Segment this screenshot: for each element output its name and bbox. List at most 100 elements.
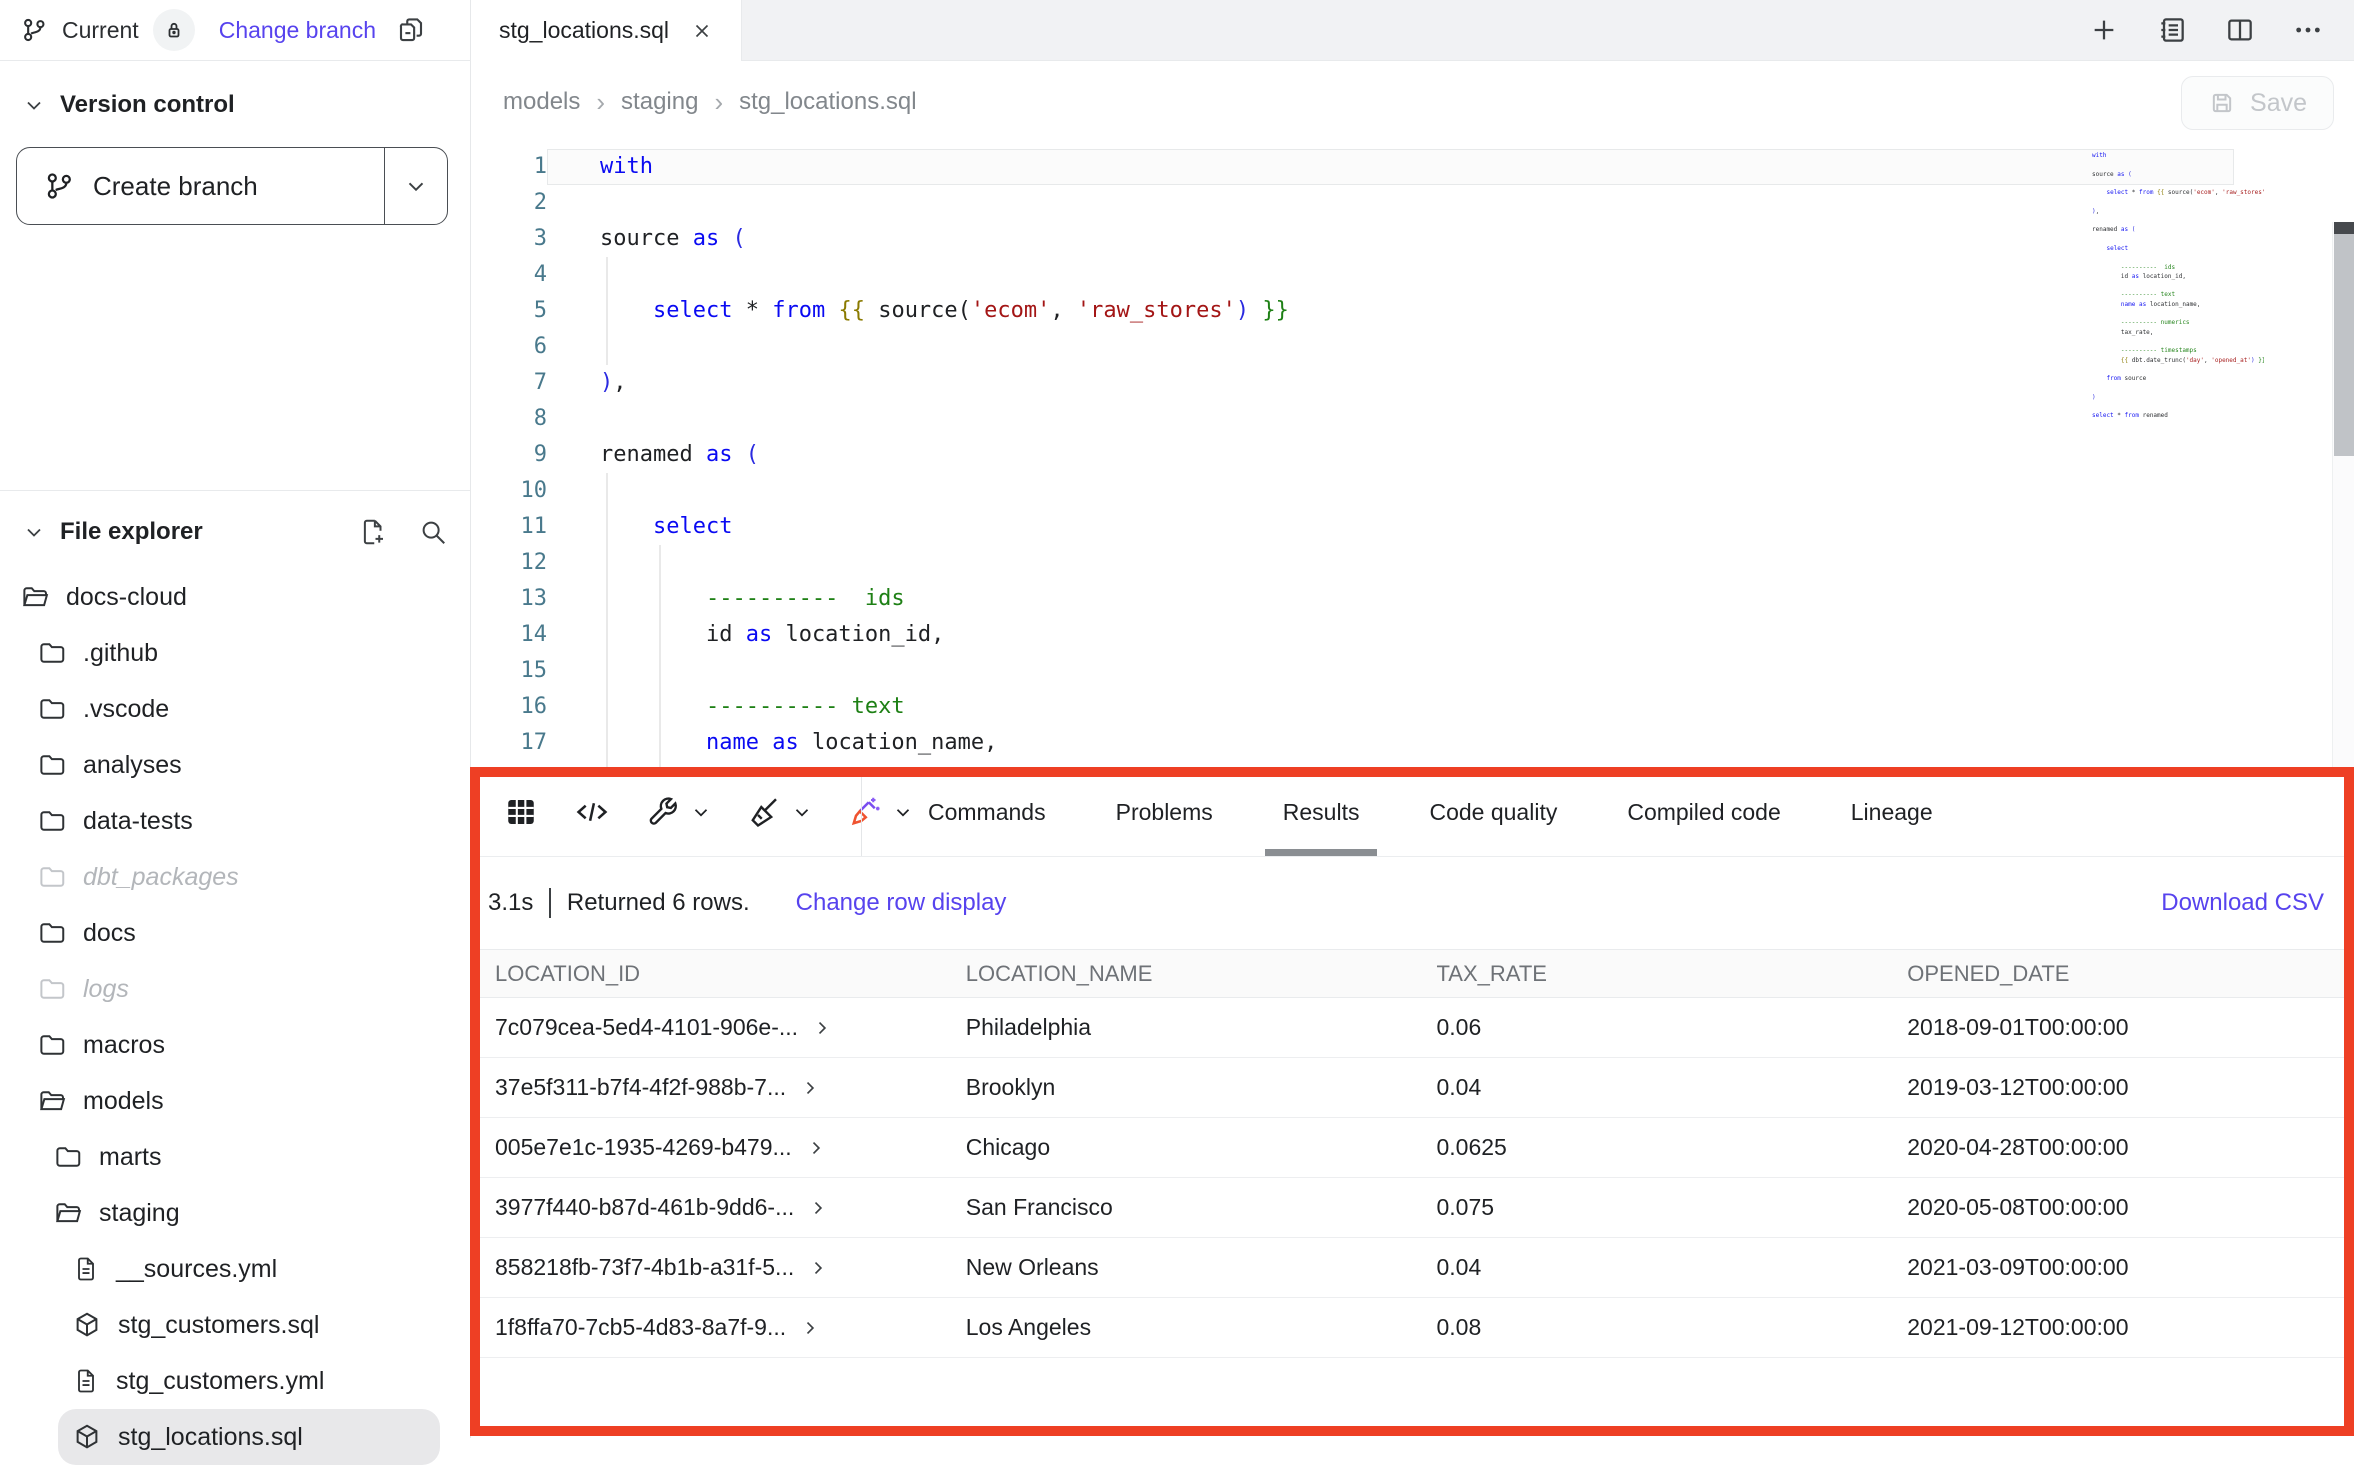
results-row[interactable]: 7c079cea-5ed4-4101-906e-...Philadelphia0…	[471, 998, 2354, 1058]
expand-row-icon[interactable]	[808, 1258, 828, 1278]
branch-lock-badge	[153, 9, 195, 51]
download-csv-link[interactable]: Download CSV	[2161, 889, 2324, 917]
code-line[interactable]: 10	[471, 473, 2354, 509]
editor-scrollbar[interactable]	[2332, 222, 2354, 768]
results-row[interactable]: 3977f440-b87d-461b-9dd6-...San Francisco…	[471, 1178, 2354, 1238]
code-line[interactable]: 13 ---------- ids	[471, 581, 2354, 617]
results-row[interactable]: 005e7e1c-1935-4269-b479...Chicago0.06252…	[471, 1118, 2354, 1178]
code-line[interactable]: 1with	[471, 149, 2354, 185]
file-tree-item[interactable]: staging	[0, 1185, 470, 1241]
results-cell: 0.0625	[1413, 1118, 1884, 1178]
code-line[interactable]: 8	[471, 401, 2354, 437]
code-line[interactable]: 15	[471, 653, 2354, 689]
split-editor-icon[interactable]	[2224, 14, 2256, 46]
file-tree-item[interactable]: macros	[0, 1017, 470, 1073]
change-branch-link[interactable]: Change branch	[219, 17, 376, 44]
folder-icon	[37, 918, 67, 948]
line-content	[547, 653, 2234, 689]
panel-tab-compiled-code[interactable]: Compiled code	[1625, 768, 1782, 856]
code-line[interactable]: 7),	[471, 365, 2354, 401]
minimap[interactable]: with source as ( select * from {{ source…	[2092, 151, 2264, 421]
format-dropdown[interactable]	[746, 794, 813, 830]
chevron-down-icon[interactable]	[22, 93, 46, 117]
file-tree-item[interactable]: logs	[0, 961, 470, 1017]
create-branch-button[interactable]: Create branch	[16, 147, 448, 225]
copy-icon[interactable]	[396, 15, 426, 45]
build-tools-dropdown[interactable]	[645, 794, 712, 830]
file-icon	[72, 1367, 100, 1395]
file-tree-item[interactable]: docs-cloud	[0, 569, 470, 625]
code-line[interactable]: 5 select * from {{ source('ecom', 'raw_s…	[471, 293, 2354, 329]
breadcrumb-separator: ›	[714, 87, 723, 118]
code-line[interactable]: 14 id as location_id,	[471, 617, 2354, 653]
folder-icon	[37, 806, 67, 836]
file-explorer-section: File explorer docs-cloud.github.vscodean…	[0, 490, 470, 1465]
breadcrumb-segment[interactable]: models	[503, 88, 580, 116]
panel-tab-results[interactable]: Results	[1281, 768, 1362, 856]
file-tree-item[interactable]: .github	[0, 625, 470, 681]
code-editor[interactable]: 1with23source as (45 select * from {{ so…	[471, 143, 2354, 768]
save-button[interactable]: Save	[2181, 76, 2334, 130]
expand-row-icon[interactable]	[806, 1138, 826, 1158]
change-row-display-link[interactable]: Change row display	[796, 889, 1007, 917]
create-branch-dropdown[interactable]	[385, 148, 447, 224]
panel-tab-problems[interactable]: Problems	[1114, 768, 1215, 856]
code-icon[interactable]	[573, 793, 611, 831]
code-line[interactable]: 2	[471, 185, 2354, 221]
line-content: select * from {{ source('ecom', 'raw_sto…	[547, 293, 2234, 329]
expand-row-icon[interactable]	[800, 1078, 820, 1098]
file-tree-item[interactable]: docs	[0, 905, 470, 961]
line-number: 11	[471, 509, 547, 545]
panel-tab-code-quality[interactable]: Code quality	[1427, 768, 1559, 856]
results-row[interactable]: 1f8ffa70-7cb5-4d83-8a7f-9...Los Angeles0…	[471, 1298, 2354, 1358]
line-number: 4	[471, 257, 547, 293]
results-cell: 0.08	[1413, 1298, 1884, 1358]
indent-guide	[606, 653, 608, 689]
file-tree-item[interactable]: stg_customers.yml	[0, 1353, 470, 1409]
results-grid-icon[interactable]	[503, 794, 539, 830]
code-line[interactable]: 11 select	[471, 509, 2354, 545]
code-line[interactable]: 16 ---------- text	[471, 689, 2354, 725]
file-tree-item[interactable]: stg_customers.sql	[0, 1297, 470, 1353]
new-file-icon[interactable]	[358, 517, 388, 547]
indent-guide	[659, 581, 661, 617]
results-row[interactable]: 858218fb-73f7-4b1b-a31f-5...New Orleans0…	[471, 1238, 2354, 1298]
chevron-down-icon[interactable]	[22, 520, 46, 544]
file-tree-item[interactable]: marts	[0, 1129, 470, 1185]
search-icon[interactable]	[418, 517, 448, 547]
expand-row-icon[interactable]	[812, 1018, 832, 1038]
results-cell: San Francisco	[942, 1178, 1413, 1238]
file-tree-item[interactable]: .vscode	[0, 681, 470, 737]
editor-tab[interactable]: stg_locations.sql	[471, 0, 742, 61]
code-line[interactable]: 4	[471, 257, 2354, 293]
folder-icon	[37, 694, 67, 724]
file-tree-item[interactable]: dbt_packages	[0, 849, 470, 905]
file-tree-item[interactable]: data-tests	[0, 793, 470, 849]
minimap-line: tax_rate,	[2092, 328, 2264, 337]
ai-fix-dropdown[interactable]	[847, 794, 914, 830]
breadcrumb-segment[interactable]: stg_locations.sql	[739, 88, 916, 116]
new-tab-icon[interactable]	[2088, 14, 2120, 46]
code-line[interactable]: 12	[471, 545, 2354, 581]
panel-tab-commands[interactable]: Commands	[926, 768, 1048, 856]
code-line[interactable]: 17 name as location_name,	[471, 725, 2354, 761]
code-line[interactable]: 9renamed as (	[471, 437, 2354, 473]
chevron-down-icon	[892, 801, 914, 823]
panel-tab-lineage[interactable]: Lineage	[1849, 768, 1935, 856]
notebook-icon[interactable]	[2156, 14, 2188, 46]
code-line[interactable]: 18	[471, 761, 2354, 768]
file-tree-item[interactable]: models	[0, 1073, 470, 1129]
code-line[interactable]: 3source as (	[471, 221, 2354, 257]
results-cell: 2018-09-01T00:00:00	[1883, 998, 2354, 1058]
file-tree-item[interactable]: __sources.yml	[0, 1241, 470, 1297]
more-options-icon[interactable]	[2292, 14, 2324, 46]
tab-close-icon[interactable]	[691, 20, 713, 42]
file-tree-item[interactable]: analyses	[0, 737, 470, 793]
expand-row-icon[interactable]	[800, 1318, 820, 1338]
breadcrumb-segment[interactable]: staging	[621, 88, 698, 116]
file-tree-item[interactable]: stg_locations.sql	[58, 1409, 440, 1465]
code-line[interactable]: 6	[471, 329, 2354, 365]
scrollbar-thumb[interactable]	[2334, 234, 2354, 456]
results-row[interactable]: 37e5f311-b7f4-4f2f-988b-7...Brooklyn0.04…	[471, 1058, 2354, 1118]
expand-row-icon[interactable]	[808, 1198, 828, 1218]
